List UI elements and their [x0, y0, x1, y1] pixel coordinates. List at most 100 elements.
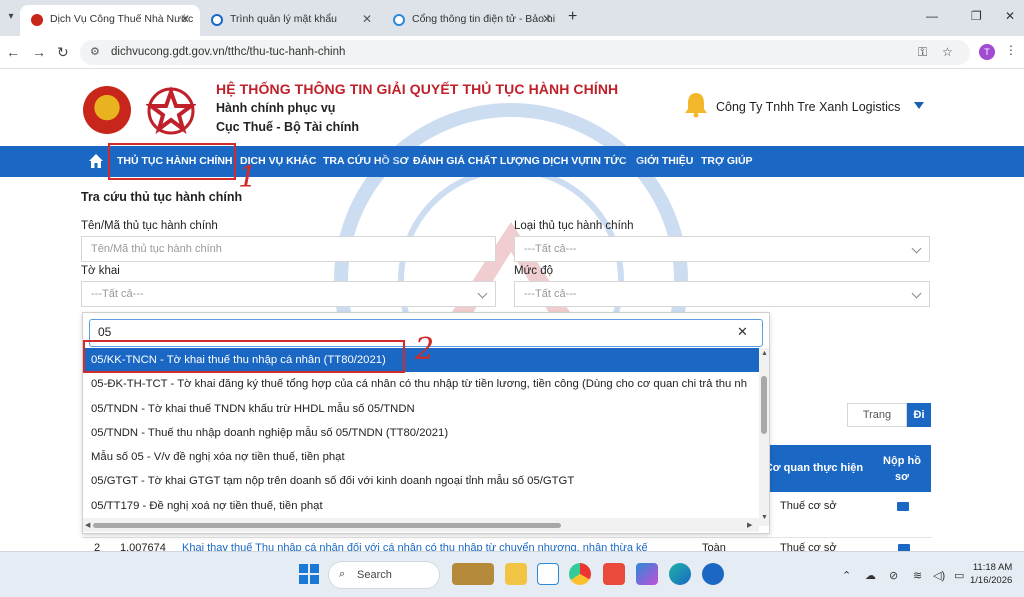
app-grid-icon[interactable] [603, 563, 625, 585]
submit-folder-icon[interactable] [897, 502, 909, 511]
browser-tab-portal[interactable]: Cổng thông tin điện tử - Bảo hi ✕ [382, 5, 562, 36]
volume-icon[interactable]: ◁) [933, 569, 945, 582]
home-icon[interactable] [88, 153, 104, 169]
browser-tab-password-manager[interactable]: Trình quản lý mật khẩu ✕ [200, 5, 382, 36]
search-section-title: Tra cứu thủ tục hành chính [81, 190, 243, 204]
close-tab-icon[interactable]: ✕ [180, 5, 190, 34]
scroll-thumb[interactable] [93, 523, 561, 528]
site-info-icon[interactable]: ⚙ [90, 45, 100, 58]
nav-tra-cuu-ho-so[interactable]: TRA CỨU HỒ SƠ [323, 155, 409, 167]
procedure-name-input[interactable]: Tên/Mã thủ tục hành chính [81, 236, 496, 262]
dichvucong-favicon-icon [31, 14, 43, 26]
password-key-icon[interactable]: ⚿ [918, 45, 927, 60]
procedure-type-select[interactable]: ---Tất cả--- [514, 236, 930, 262]
procedure-type-label: Loại thủ tục hành chính [514, 220, 634, 232]
nav-tro-giup[interactable]: TRỢ GIÚP [701, 155, 753, 167]
notification-bell-icon[interactable] [683, 90, 709, 118]
select-value: ---Tất cả--- [91, 288, 144, 300]
window-close-icon[interactable]: ✕ [1005, 9, 1015, 23]
chrome-icon[interactable] [569, 563, 591, 585]
system-title: HỆ THỐNG THÔNG TIN GIẢI QUYẾT THỦ TỤC HÀ… [216, 81, 619, 97]
browser-tab-bar: ▾ Dịch Vụ Công Thuế Nhà Nước ✕ Trình quả… [0, 0, 1024, 36]
column-submit-header: Nộp hồ sơ [883, 455, 921, 483]
column-agency-header: Cơ quan thực hiện [764, 462, 864, 474]
maximize-icon[interactable]: ❐ [971, 9, 982, 23]
tab-title: Cổng thông tin điện tử - Bảo hi [412, 13, 556, 25]
scroll-right-icon[interactable]: ▶ [747, 521, 752, 529]
dropdown-option[interactable]: 05/GTGT - Tờ khai GTGT tạm nộp trên doan… [83, 469, 759, 493]
close-tab-icon[interactable]: ✕ [362, 5, 372, 34]
row-procedure-link[interactable]: Khai thay thuế Thu nhập cá nhân đối với … [182, 542, 677, 551]
dropdown-horizontal-scrollbar[interactable]: ◀ ▶ [83, 518, 759, 532]
bookmark-star-icon[interactable]: ☆ [942, 45, 953, 59]
row-agency-cell: Thuế cơ sở [780, 542, 837, 551]
dropdown-option[interactable]: 05-ĐK-TH-TCT - Tờ khai đăng ký thuế tổng… [83, 372, 759, 396]
search-label: Search [357, 569, 392, 581]
scroll-up-icon[interactable]: ▲ [761, 350, 768, 357]
dropdown-option[interactable]: 05/TNDN - Thuế thu nhập doanh nghiệp mẫu… [83, 421, 759, 445]
cloud-icon[interactable]: ☁ [865, 569, 876, 582]
table-row[interactable]: 2 1.007674 Khai thay thuế Thu nhập cá nh… [82, 537, 932, 551]
notifications-off-icon[interactable]: ⊘ [889, 569, 898, 582]
taskbar-search-box[interactable]: ⌕ Search [328, 561, 440, 589]
back-icon[interactable]: ← [6, 44, 20, 60]
chevron-down-icon [911, 288, 922, 299]
windows-start-icon[interactable] [299, 564, 319, 584]
globe-favicon-icon [393, 14, 405, 26]
dropdown-option[interactable]: Mẫu số 05 - V/v đề nghị xóa nợ tiền thuế… [83, 445, 759, 469]
system-clock[interactable]: 11:18 AM 1/16/2026 [970, 561, 1012, 587]
declaration-form-label: Tờ khai [81, 265, 120, 277]
forward-icon[interactable]: → [32, 44, 46, 60]
browser-menu-icon[interactable]: ⋮ [1005, 43, 1017, 57]
chevron-down-icon [477, 288, 488, 299]
copilot-icon[interactable] [636, 563, 658, 585]
procedure-name-label: Tên/Mã thủ tục hành chính [81, 220, 218, 232]
tab-title: Dịch Vụ Công Thuế Nhà Nước [50, 13, 194, 25]
scroll-left-icon[interactable]: ◀ [85, 521, 90, 529]
annotation-number-2: 2 [415, 332, 435, 367]
row-index: 2 [94, 542, 101, 551]
annotation-box-2 [83, 340, 405, 373]
nav-tin-tuc[interactable]: TIN TỨC [584, 155, 627, 167]
tray-chevron-up-icon[interactable]: ⌃ [842, 569, 851, 582]
edge-icon[interactable] [669, 563, 691, 585]
tab-search-icon[interactable]: ▾ [4, 10, 18, 24]
file-explorer-icon[interactable] [505, 563, 527, 585]
company-account-name[interactable]: Công Ty Tnhh Tre Xanh Logistics [716, 100, 900, 114]
page-number-input[interactable]: Trang [847, 403, 907, 427]
annotation-box-1 [108, 143, 236, 180]
dropdown-option[interactable]: 05/TT179 - Đề nghị xoá nợ tiền thuế, tiề… [83, 494, 759, 518]
submit-folder-icon[interactable] [898, 544, 910, 551]
teamviewer-icon[interactable] [702, 563, 724, 585]
nav-gioi-thieu[interactable]: GIỚI THIỆU [636, 155, 693, 167]
zalo-icon[interactable] [537, 563, 559, 585]
nav-danh-gia-chat-luong[interactable]: ĐÁNH GIÁ CHẤT LƯỢNG DỊCH VỤ [413, 155, 586, 167]
dropdown-options: 05/KK-TNCN - Tờ khai thuế thu nhập cá nh… [83, 348, 759, 518]
close-tab-icon[interactable]: ✕ [542, 5, 552, 34]
clock-date: 1/16/2026 [970, 575, 1013, 586]
battery-icon[interactable]: ▭ [954, 569, 964, 582]
key-favicon-icon [211, 14, 223, 26]
wifi-icon[interactable]: ≋ [913, 569, 922, 582]
new-tab-icon[interactable]: + [568, 8, 577, 26]
level-select[interactable]: ---Tất cả--- [514, 281, 930, 307]
dropdown-option[interactable]: 05/TNDN - Tờ khai thuế TNDN khấu trừ HHD… [83, 397, 759, 421]
browser-tab-dichvucong[interactable]: Dịch Vụ Công Thuế Nhà Nước ✕ [20, 5, 200, 36]
row-code: 1.007674 [120, 542, 166, 551]
minimize-icon[interactable]: — [926, 9, 938, 23]
go-to-page-button[interactable]: Đi [907, 403, 931, 427]
scroll-thumb[interactable] [761, 376, 767, 434]
clear-search-icon[interactable]: ✕ [737, 324, 748, 340]
url-field[interactable]: ⚙ dichvucong.gdt.gov.vn/tthc/thu-tuc-han… [80, 40, 970, 65]
clock-time: 11:18 AM [972, 562, 1013, 573]
windows-taskbar: ⌕ Search ⌃ ☁ ⊘ ≋ ◁) ▭ 11:18 AM 1/16/2026 [0, 551, 1024, 597]
account-caret-down-icon[interactable] [914, 102, 924, 109]
widgets-icon[interactable] [452, 563, 494, 585]
reload-icon[interactable]: ↻ [57, 44, 69, 61]
row-agency-cell: Thuế cơ sở [780, 500, 837, 512]
declaration-form-select[interactable]: ---Tất cả--- [81, 281, 496, 307]
scroll-down-icon[interactable]: ▼ [761, 514, 768, 521]
profile-avatar[interactable]: T [979, 44, 995, 60]
dropdown-vertical-scrollbar[interactable]: ▲ ▼ [759, 348, 769, 526]
select-value: ---Tất cả--- [524, 243, 577, 255]
